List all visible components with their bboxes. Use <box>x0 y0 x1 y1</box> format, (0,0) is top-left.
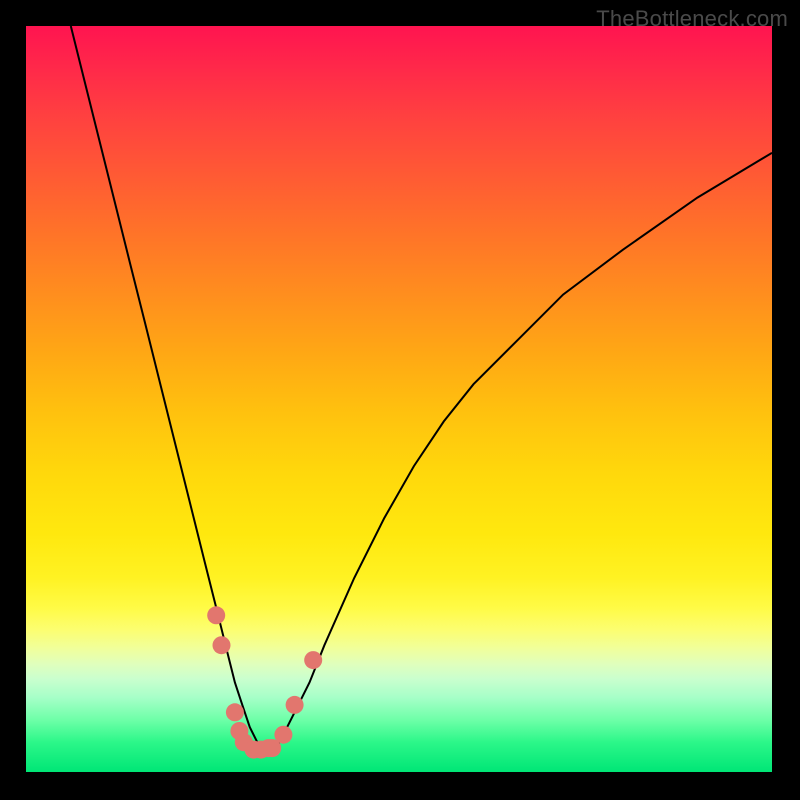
marker-point <box>207 606 225 624</box>
marker-point <box>286 696 304 714</box>
watermark-text: TheBottleneck.com <box>596 6 788 32</box>
bottleneck-curve <box>71 26 772 750</box>
plot-area <box>26 26 772 772</box>
chart-frame: TheBottleneck.com <box>0 0 800 800</box>
marker-point <box>213 636 231 654</box>
marker-point <box>274 726 292 744</box>
marker-point <box>226 703 244 721</box>
chart-svg <box>26 26 772 772</box>
marker-point <box>304 651 322 669</box>
marker-group <box>207 606 322 758</box>
